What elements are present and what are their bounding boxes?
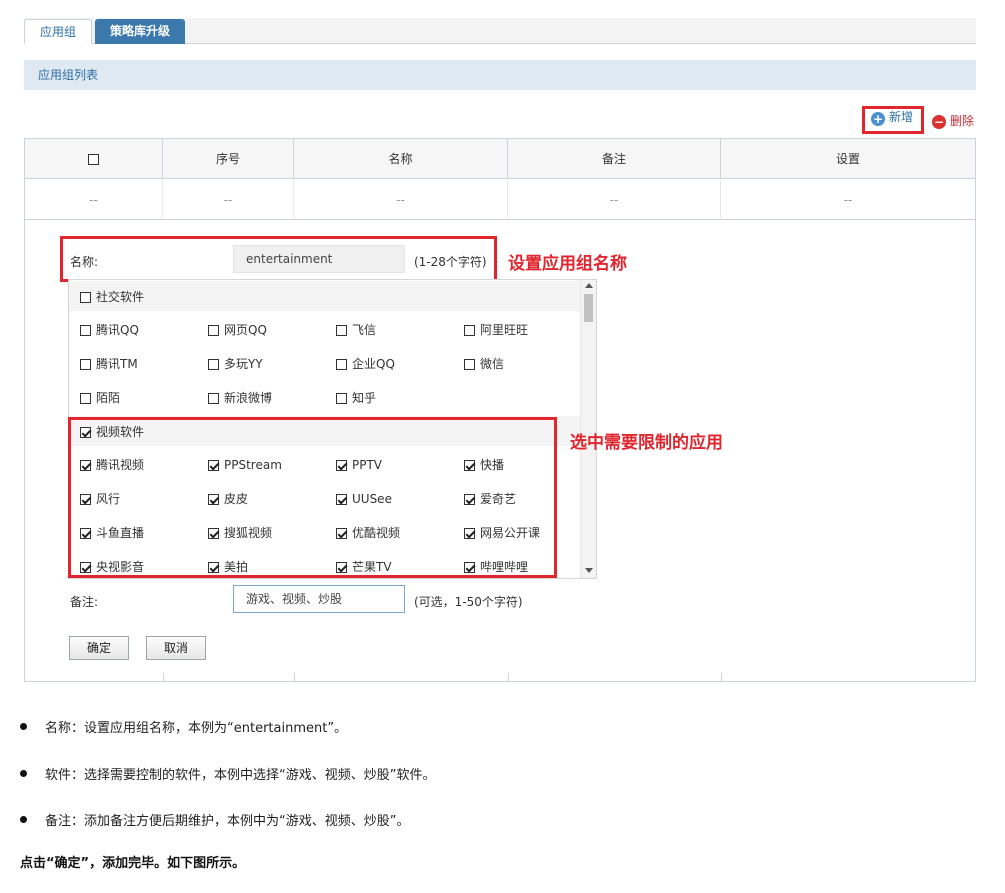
- category-label: 社交软件: [96, 290, 145, 304]
- app-option[interactable]: 微信: [464, 356, 504, 372]
- section-title: 应用组列表: [24, 60, 976, 90]
- bullet-item: 备注：添加备注方便后期维护，本例中为“游戏、视频、炒股”。: [20, 810, 409, 829]
- tab-policy-upgrade[interactable]: 策略库升级: [95, 19, 185, 44]
- scroll-up-arrow-icon[interactable]: [585, 283, 593, 288]
- app-checkbox[interactable]: [464, 359, 475, 370]
- app-label: 阿里旺旺: [480, 323, 529, 337]
- app-label: 腾讯TM: [96, 357, 138, 371]
- app-checkbox[interactable]: [208, 393, 219, 404]
- column-divider: [163, 673, 164, 681]
- app-checkbox[interactable]: [336, 359, 347, 370]
- app-label: 多玩YY: [224, 357, 263, 371]
- tab-app-group[interactable]: 应用组: [24, 19, 92, 44]
- table-row: -- -- -- -- --: [25, 180, 975, 220]
- table-cell: --: [294, 180, 508, 220]
- app-checkbox[interactable]: [336, 393, 347, 404]
- bullet-dot-icon: [20, 816, 27, 823]
- app-option[interactable]: 飞信: [336, 322, 376, 338]
- app-label: 腾讯QQ: [96, 323, 139, 337]
- name-highlight-box: [60, 236, 497, 282]
- confirm-button[interactable]: 确定: [69, 636, 129, 660]
- app-checkbox[interactable]: [80, 359, 91, 370]
- final-note: 点击“确定”，添加完毕。如下图所示。: [20, 856, 246, 871]
- delete-button[interactable]: − 删除: [932, 110, 974, 132]
- col-index: 序号: [163, 139, 294, 179]
- apps-annotation: 选中需要限制的应用: [570, 433, 723, 453]
- name-annotation: 设置应用组名称: [508, 254, 627, 274]
- app-checkbox[interactable]: [208, 325, 219, 336]
- app-label: 新浪微博: [224, 391, 273, 405]
- app-label: 微信: [480, 357, 505, 371]
- category-social-checkbox[interactable]: [80, 292, 91, 303]
- app-option[interactable]: 陌陌: [80, 390, 120, 406]
- bullet-text: 名称：设置应用组名称，本例为“entertainment”。: [45, 721, 348, 736]
- app-label: 知乎: [352, 391, 377, 405]
- app-checkbox[interactable]: [80, 325, 91, 336]
- app-option[interactable]: 阿里旺旺: [464, 322, 528, 338]
- remark-input[interactable]: 游戏、视频、炒股: [233, 585, 405, 613]
- scroll-down-arrow-icon[interactable]: [585, 568, 593, 573]
- add-button-label: 新增: [889, 110, 914, 124]
- add-button[interactable]: + 新增: [862, 106, 924, 134]
- plus-icon: +: [871, 112, 885, 126]
- cancel-button[interactable]: 取消: [146, 636, 206, 660]
- app-checkbox[interactable]: [464, 325, 475, 336]
- app-label: 企业QQ: [352, 357, 395, 371]
- app-option[interactable]: 新浪微博: [208, 390, 272, 406]
- column-divider: [508, 673, 509, 681]
- app-option[interactable]: 腾讯TM: [80, 356, 138, 372]
- table-cell: --: [25, 180, 163, 220]
- select-all-cell: [25, 139, 163, 179]
- category-social[interactable]: 社交软件: [80, 289, 144, 305]
- apps-highlight-box: [68, 417, 557, 578]
- app-option[interactable]: 腾讯QQ: [80, 322, 139, 338]
- tab-bar: 应用组 策略库升级: [24, 18, 976, 44]
- app-option[interactable]: 知乎: [336, 390, 376, 406]
- app-option[interactable]: 网页QQ: [208, 322, 267, 338]
- column-divider: [294, 673, 295, 681]
- app-checkbox[interactable]: [80, 393, 91, 404]
- app-checkbox[interactable]: [208, 359, 219, 370]
- minus-icon: −: [932, 114, 946, 129]
- scroll-thumb[interactable]: [584, 294, 593, 322]
- select-all-checkbox[interactable]: [88, 154, 99, 165]
- col-settings: 设置: [835, 152, 860, 166]
- app-label: 网页QQ: [224, 323, 267, 337]
- category-bar: [69, 281, 580, 311]
- bullet-item: 名称：设置应用组名称，本例为“entertainment”。: [20, 717, 347, 736]
- app-option[interactable]: 多玩YY: [208, 356, 263, 372]
- remark-hint: (可选，1-50个字符): [414, 595, 523, 609]
- bullet-dot-icon: [20, 723, 27, 730]
- col-name: 名称: [294, 139, 508, 179]
- bullet-text: 备注：添加备注方便后期维护，本例中为“游戏、视频、炒股”。: [45, 814, 410, 829]
- bullet-text: 软件：选择需要控制的软件，本例中选择“游戏、视频、炒股”软件。: [45, 768, 436, 783]
- bullet-dot-icon: [20, 770, 27, 777]
- table-cell: --: [843, 193, 853, 207]
- app-label: 飞信: [352, 323, 377, 337]
- app-checkbox[interactable]: [336, 325, 347, 336]
- app-option[interactable]: 企业QQ: [336, 356, 395, 372]
- table-header: 序号 名称 备注 设置: [25, 139, 975, 179]
- bullet-item: 软件：选择需要控制的软件，本例中选择“游戏、视频、炒股”软件。: [20, 764, 435, 783]
- delete-button-label: 删除: [950, 114, 975, 128]
- app-label: 陌陌: [96, 391, 121, 405]
- column-divider: [721, 673, 722, 681]
- table-cell: --: [508, 180, 721, 220]
- col-remark: 备注: [508, 139, 721, 179]
- table-cell: --: [163, 180, 294, 220]
- remark-label: 备注:: [70, 595, 99, 609]
